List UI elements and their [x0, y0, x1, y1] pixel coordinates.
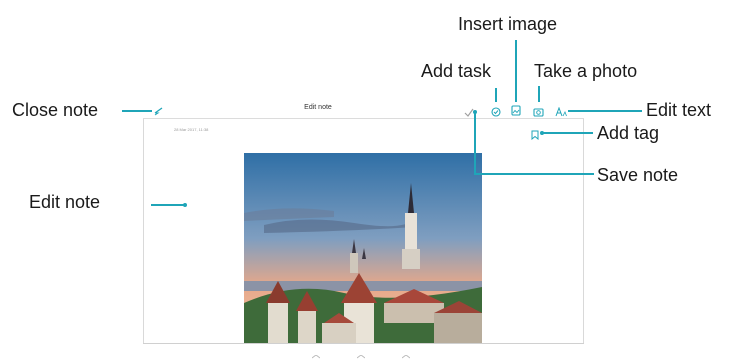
note-date: 28 Mar 2017, 11:38 [174, 127, 209, 132]
text-format-icon[interactable] [555, 104, 567, 117]
task-icon[interactable] [491, 104, 501, 117]
callout-add-tag: Add tag [597, 123, 660, 143]
leader-insert-image [515, 40, 517, 102]
leader-add-tag [543, 132, 593, 134]
screen-right-edge [583, 118, 584, 344]
callout-close-note: Close note [12, 100, 99, 120]
callout-add-task: Add task [421, 61, 492, 81]
callout-take-photo: Take a photo [534, 61, 638, 81]
leader-edit-note [151, 204, 184, 206]
toolbar-divider [143, 118, 584, 119]
leader-close-note [122, 110, 152, 112]
leader-save-note-vertical [474, 112, 476, 174]
bottom-nav-divider [143, 343, 584, 344]
leader-add-task [495, 88, 497, 102]
leader-dot-edit-note [183, 203, 187, 207]
callout-save-note: Save note [597, 165, 679, 185]
camera-icon[interactable] [533, 104, 544, 117]
nav-recents-icon[interactable] [401, 346, 411, 359]
bookmark-icon[interactable] [531, 127, 539, 141]
nav-back-icon[interactable] [311, 346, 321, 359]
note-photo[interactable] [244, 153, 482, 343]
page-title: Edit note [304, 104, 332, 111]
close-icon[interactable] [154, 103, 163, 116]
leader-take-photo [538, 86, 540, 102]
image-icon[interactable] [511, 103, 521, 116]
screen-left-edge [143, 118, 144, 344]
leader-edit-text [568, 110, 642, 112]
nav-home-icon[interactable] [356, 346, 366, 359]
callout-edit-text: Edit text [646, 100, 712, 120]
leader-save-note-horizontal [474, 173, 594, 175]
callout-edit-note: Edit note [29, 192, 101, 212]
callout-insert-image: Insert image [458, 14, 558, 34]
